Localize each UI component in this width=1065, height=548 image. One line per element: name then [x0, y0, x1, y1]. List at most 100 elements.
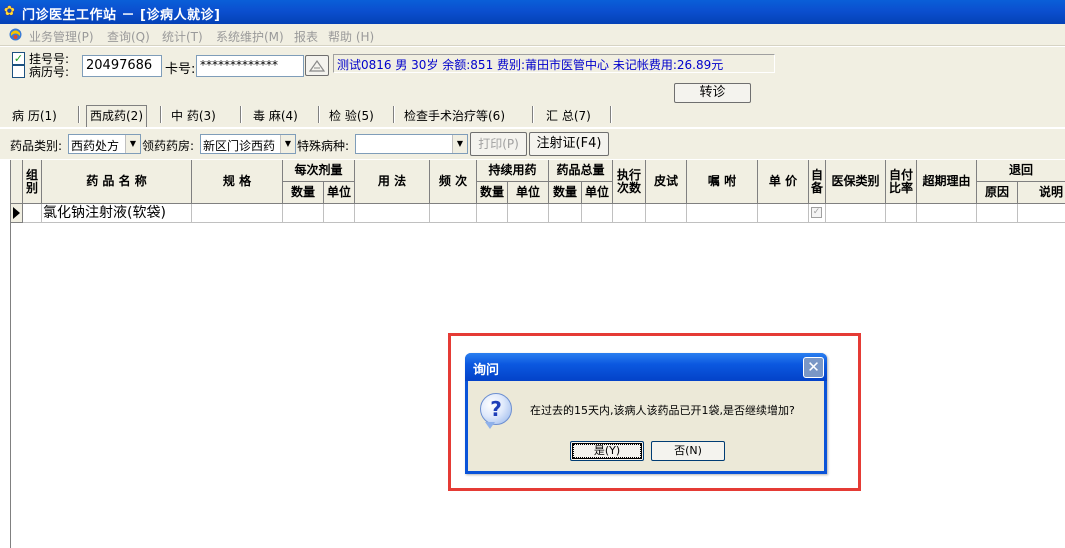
grid-corner: [11, 160, 23, 204]
table-cell[interactable]: [826, 204, 886, 223]
self-prepared-checkbox[interactable]: ✓: [811, 207, 822, 218]
table-cell[interactable]: [477, 204, 508, 223]
table-cell[interactable]: [355, 204, 430, 223]
no-button[interactable]: 否(N): [651, 441, 725, 461]
header-total-qty: 数量: [549, 182, 582, 204]
cell-self-prepared[interactable]: ✓: [809, 204, 826, 223]
table-cell[interactable]: [283, 204, 324, 223]
menu-bar: 业务管理(P) 查询(Q) 统计(T) 系统维护(M) 报表 帮助 (H): [0, 24, 1065, 46]
table-cell[interactable]: [430, 204, 477, 223]
tab-western-medicine[interactable]: 西成药(2): [86, 105, 147, 127]
header-frequency: 频 次: [430, 160, 477, 204]
header-continuous-qty: 数量: [477, 182, 508, 204]
table-cell[interactable]: [23, 204, 42, 223]
menu-business[interactable]: 业务管理(P): [29, 28, 94, 45]
card-number-input[interactable]: *************: [196, 55, 304, 77]
header-drug-name: 药 品 名 称: [42, 160, 192, 204]
header-usage: 用 法: [355, 160, 430, 204]
header-per-dose: 每次剂量: [283, 160, 355, 182]
special-disease-select[interactable]: ▼: [355, 134, 468, 154]
chevron-down-icon[interactable]: ▼: [280, 135, 295, 153]
transfer-button[interactable]: 转诊: [674, 83, 751, 103]
header-group: 组别: [23, 160, 42, 204]
tab-separator: [532, 106, 533, 123]
tab-medical-record[interactable]: 病 历(1): [12, 107, 57, 124]
card-reader-icon: [308, 59, 326, 72]
drug-category-select[interactable]: 西药处方 ▼: [68, 134, 141, 154]
tab-chinese-medicine[interactable]: 中 药(3): [171, 107, 216, 124]
header-unit-price: 单 价: [758, 160, 809, 204]
chevron-down-icon[interactable]: ▼: [452, 135, 467, 153]
table-cell[interactable]: [508, 204, 549, 223]
card-label: 卡号:: [165, 62, 196, 77]
menu-help[interactable]: 帮助 (H): [328, 28, 374, 45]
card-reader-button[interactable]: [305, 55, 329, 76]
tab-separator: [393, 106, 394, 123]
pharmacy-label: 领药药房:: [142, 139, 195, 153]
cell-drug-name[interactable]: 氯化钠注射液(软袋): [42, 204, 192, 223]
patient-summary: 测试0816 男 30岁 余额:851 费别:莆田市医管中心 未记帐费用:26.…: [333, 54, 775, 73]
app-icon: ✿: [4, 4, 15, 19]
tab-bar: 病 历(1) 西成药(2) 中 药(3) 毒 麻(4) 检 验(5) 检查手术治…: [0, 103, 1065, 127]
row-pointer-icon: [13, 207, 20, 219]
header-per-dose-unit: 单位: [324, 182, 355, 204]
table-cell[interactable]: [646, 204, 687, 223]
table-cell[interactable]: [917, 204, 977, 223]
menu-query[interactable]: 查询(Q): [107, 28, 150, 45]
table-cell[interactable]: [977, 204, 1018, 223]
header-continuous: 持续用药: [477, 160, 549, 182]
tab-separator: [160, 106, 161, 123]
dialog-titlebar: 询问 ✕: [465, 353, 827, 381]
table-cell[interactable]: [886, 204, 917, 223]
header-return-reason: 原因: [977, 182, 1018, 204]
pharmacy-select[interactable]: 新区门诊西药 ▼: [200, 134, 296, 154]
patient-info-row: ✓ 挂号号: 病历号: 20497686 卡号: ************* 测…: [0, 47, 1065, 83]
header-return: 退回: [977, 160, 1065, 182]
record-checkbox[interactable]: [12, 65, 25, 78]
table-cell[interactable]: [324, 204, 355, 223]
table-cell[interactable]: [549, 204, 582, 223]
injection-cert-button[interactable]: 注射证(F4): [529, 132, 609, 156]
drug-toolbar: 药品类别: 西药处方 ▼ 领药药房: 新区门诊西药 ▼ 特殊病种: ▼ 打印(P…: [0, 129, 1065, 159]
header-self-prepared: 自备: [809, 160, 826, 204]
chevron-down-icon[interactable]: ▼: [125, 135, 140, 153]
header-skin-test: 皮试: [646, 160, 687, 204]
window-titlebar: ✿ 门诊医生工作站 － [诊病人就诊]: [0, 0, 1065, 24]
header-insurance-type: 医保类别: [826, 160, 886, 204]
menu-reports[interactable]: 报表: [294, 28, 318, 45]
tab-separator: [318, 106, 319, 123]
question-icon-tail: [485, 422, 495, 429]
header-per-dose-qty: 数量: [283, 182, 324, 204]
tab-separator: [610, 106, 611, 123]
header-self-pay-ratio: 自付比率: [886, 160, 917, 204]
app-menu-icon[interactable]: [8, 27, 23, 42]
yes-button[interactable]: 是(Y): [570, 441, 644, 461]
confirm-dialog: 询问 ✕ ? 在过去的15天内,该病人该药品已开1袋,是否继续增加? 是(Y) …: [465, 353, 827, 474]
dialog-message: 在过去的15天内,该病人该药品已开1袋,是否继续增加?: [530, 404, 795, 417]
tab-separator: [78, 106, 79, 123]
row-selector[interactable]: [11, 204, 23, 223]
tab-summary[interactable]: 汇 总(7): [546, 107, 591, 124]
table-cell[interactable]: [582, 204, 613, 223]
registration-checkbox[interactable]: ✓: [12, 52, 25, 65]
tab-narcotics[interactable]: 毒 麻(4): [253, 107, 298, 124]
table-cell[interactable]: [687, 204, 758, 223]
print-button[interactable]: 打印(P): [470, 132, 527, 156]
close-icon[interactable]: ✕: [803, 357, 824, 378]
transfer-row: 转诊: [0, 83, 1065, 103]
menu-system[interactable]: 系统维护(M): [216, 28, 284, 45]
question-icon: ?: [480, 393, 512, 425]
tab-exam-surgery[interactable]: 检查手术治疗等(6): [404, 107, 505, 124]
table-cell[interactable]: [758, 204, 809, 223]
menu-statistics[interactable]: 统计(T): [162, 28, 203, 45]
header-return-note: 说明: [1018, 182, 1065, 204]
tab-lab-tests[interactable]: 检 验(5): [329, 107, 374, 124]
header-overdue-reason: 超期理由: [917, 160, 977, 204]
header-total: 药品总量: [549, 160, 613, 182]
table-cell[interactable]: [192, 204, 283, 223]
table-cell[interactable]: [1018, 204, 1065, 223]
header-spec: 规 格: [192, 160, 283, 204]
table-cell[interactable]: [613, 204, 646, 223]
patient-number-input[interactable]: 20497686: [82, 55, 162, 77]
window-title: 门诊医生工作站 － [诊病人就诊]: [22, 8, 221, 23]
